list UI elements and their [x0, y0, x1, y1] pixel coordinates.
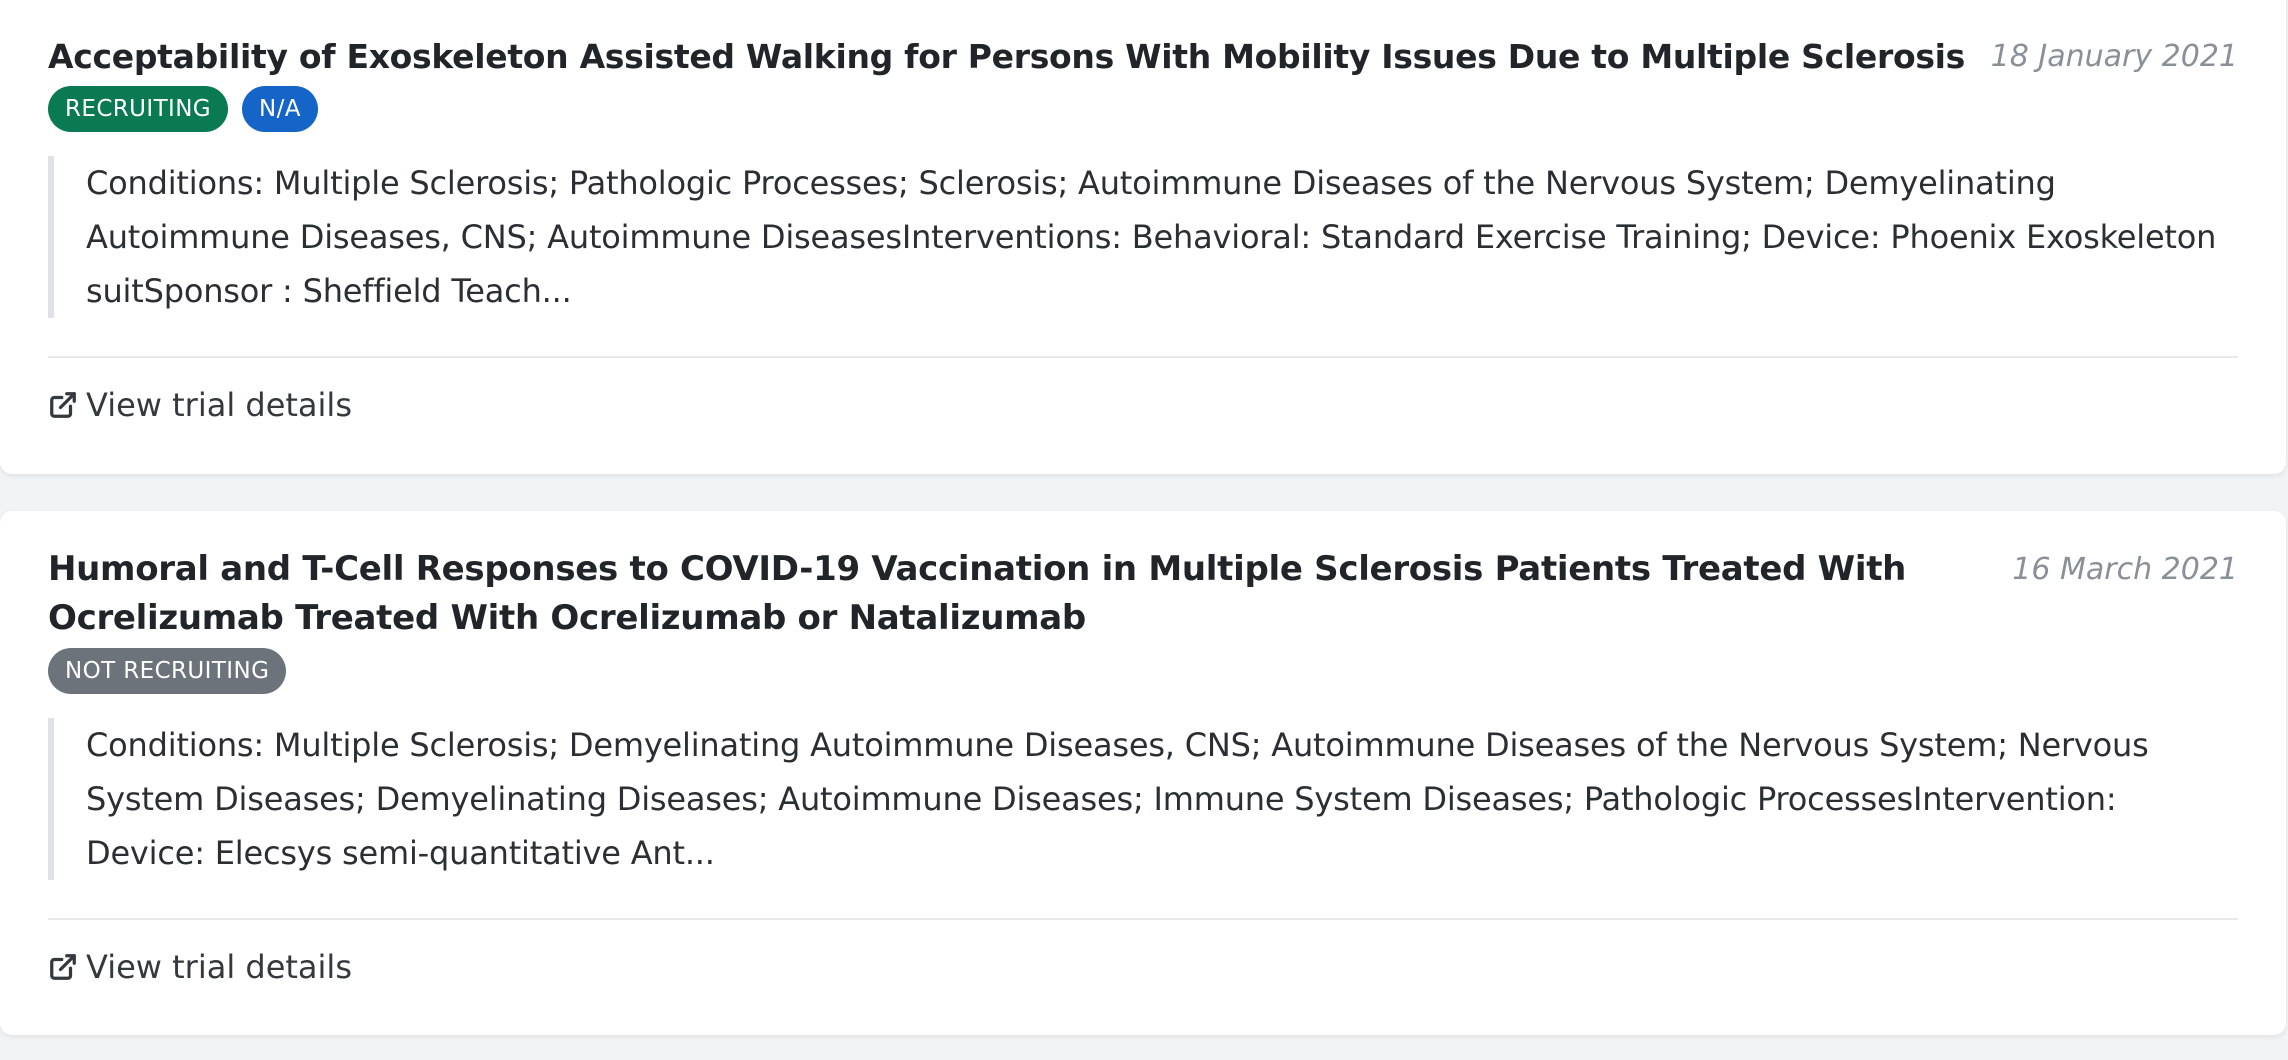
trial-title: Acceptability of Exoskeleton Assisted Wa… [48, 37, 1966, 76]
view-trial-details-label: View trial details [86, 386, 352, 424]
status-badges: RECRUITING N/A [48, 86, 2238, 132]
divider [48, 356, 2238, 358]
trial-date: 18 January 2021 [1990, 39, 2238, 74]
trial-summary: Conditions: Multiple Sclerosis; Patholog… [48, 156, 2238, 318]
status-badge: NOT RECRUITING [48, 648, 287, 694]
phase-badge: N/A [242, 86, 318, 132]
trial-title: Humoral and T-Cell Responses to COVID-19… [48, 549, 1907, 638]
trial-summary: Conditions: Multiple Sclerosis; Demyelin… [48, 718, 2238, 880]
status-badge: RECRUITING [48, 86, 229, 132]
trial-header: Acceptability of Exoskeleton Assisted Wa… [48, 0, 2238, 81]
trial-card: Acceptability of Exoskeleton Assisted Wa… [0, 0, 2286, 474]
trial-header: Humoral and T-Cell Responses to COVID-19… [48, 511, 2238, 643]
divider [48, 918, 2238, 920]
trial-date: 16 March 2021 [2012, 552, 2238, 587]
status-badges: NOT RECRUITING [48, 648, 2238, 694]
view-trial-details-link[interactable]: View trial details [48, 386, 352, 424]
external-link-icon [48, 390, 78, 420]
external-link-icon [48, 952, 78, 982]
trial-card: Humoral and T-Cell Responses to COVID-19… [0, 511, 2286, 1035]
view-trial-details-label: View trial details [86, 948, 352, 986]
view-trial-details-link[interactable]: View trial details [48, 948, 352, 986]
